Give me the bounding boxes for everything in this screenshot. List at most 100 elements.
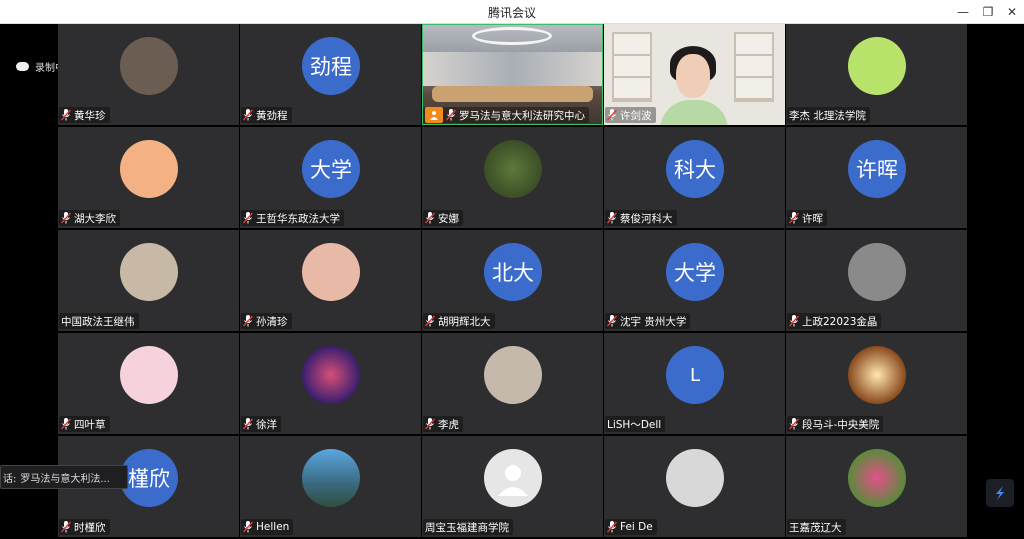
participant-tile[interactable]: 李杰 北理法学院	[786, 24, 967, 125]
mic-muted-icon	[61, 109, 71, 121]
participant-label: 段马斗-中央美院	[787, 416, 884, 432]
participant-name: 中国政法王继伟	[61, 315, 135, 328]
mic-muted-icon	[425, 212, 435, 224]
restore-button[interactable]: ❐	[977, 3, 999, 21]
toast-prefix: 话:	[3, 473, 17, 485]
participant-tile[interactable]: 湖大李欣	[58, 127, 239, 228]
participant-name: 许晖	[802, 212, 823, 225]
participant-name: 王嘉茂辽大	[789, 521, 842, 534]
participant-tile[interactable]: 周宝玉福建商学院	[422, 436, 603, 537]
avatar-image	[848, 346, 906, 404]
participant-tile[interactable]: 北大 胡明辉北大	[422, 230, 603, 331]
participant-label: 孙清珍	[241, 313, 292, 329]
participant-tile[interactable]: 大学王哲华东政法大学	[240, 127, 421, 228]
participant-tile[interactable]: 孙清珍	[240, 230, 421, 331]
avatar-initials: 大学	[302, 140, 360, 198]
participant-label: 黄华珍	[59, 107, 110, 123]
participant-label: 胡明辉北大	[423, 313, 495, 329]
participant-label: 四叶草	[59, 416, 110, 432]
participant-tile[interactable]: 科大 蔡俊河科大	[604, 127, 785, 228]
participant-label: 李杰 北理法学院	[787, 107, 870, 123]
mic-muted-icon	[61, 212, 71, 224]
avatar-image	[666, 449, 724, 507]
participant-tile[interactable]: 大学 沈宇 贵州大学	[604, 230, 785, 331]
minimize-button[interactable]: —	[952, 3, 974, 21]
participant-name: Hellen	[256, 521, 290, 533]
participant-tile[interactable]: 李虎	[422, 333, 603, 434]
cloud-icon	[16, 62, 29, 71]
participant-tile[interactable]: 劲程黄劲程	[240, 24, 421, 125]
participant-tile[interactable]: 四叶草	[58, 333, 239, 434]
avatar-image	[120, 37, 178, 95]
mic-muted-icon	[607, 521, 617, 533]
participant-name: 李虎	[438, 418, 459, 431]
avatar-image	[484, 449, 542, 507]
raise-hand-icon	[425, 107, 443, 123]
participant-tile[interactable]: Fei De	[604, 436, 785, 537]
participant-label: 中国政法王继伟	[59, 313, 139, 329]
participant-tile[interactable]: 王嘉茂辽大	[786, 436, 967, 537]
participant-tile[interactable]: 许晖 许晖	[786, 127, 967, 228]
avatar-image	[484, 346, 542, 404]
participant-label: Hellen	[241, 519, 294, 535]
avatar-image	[120, 346, 178, 404]
participant-tile[interactable]: 黄华珍	[58, 24, 239, 125]
participant-tile[interactable]: 段马斗-中央美院	[786, 333, 967, 434]
participant-name: 胡明辉北大	[438, 315, 491, 328]
slash-icon	[996, 486, 1004, 500]
participant-name: 徐洋	[256, 418, 277, 431]
participant-tile[interactable]: L LiSH～Dell	[604, 333, 785, 434]
participant-name: Fei De	[620, 521, 653, 533]
participant-tile[interactable]: 上政22023金晶	[786, 230, 967, 331]
participant-name: 罗马法与意大利法研究中心	[459, 109, 585, 122]
participant-name: 黄华珍	[74, 109, 106, 122]
avatar-image	[848, 449, 906, 507]
mic-muted-icon	[243, 212, 253, 224]
participant-name: LiSH～Dell	[607, 418, 662, 431]
mic-muted-icon	[243, 418, 253, 430]
mic-muted-icon	[789, 315, 799, 327]
avatar-image	[484, 140, 542, 198]
participant-tile[interactable]: 徐洋	[240, 333, 421, 434]
avatar-image	[120, 243, 178, 301]
avatar-image	[848, 37, 906, 95]
mic-muted-icon	[425, 418, 435, 430]
participant-tile[interactable]: 许剑波	[604, 24, 785, 125]
close-button[interactable]: ✕	[1001, 3, 1023, 21]
participant-label: 徐洋	[241, 416, 281, 432]
participant-name: 沈宇 贵州大学	[620, 315, 687, 328]
mic-muted-icon	[425, 315, 435, 327]
participant-tile[interactable]: 中国政法王继伟	[58, 230, 239, 331]
avatar-initials: 槿欣	[120, 449, 178, 507]
participant-tile[interactable]: 安娜	[422, 127, 603, 228]
participant-tile[interactable]: Hellen	[240, 436, 421, 537]
chat-toast[interactable]: 话: 罗马法与意大利法...	[0, 465, 128, 489]
participant-name: 安娜	[438, 212, 459, 225]
participant-label: 王哲华东政法大学	[241, 210, 344, 226]
participant-label: 周宝玉福建商学院	[423, 519, 513, 535]
participant-grid: 黄华珍 劲程 黄劲程 罗马法与意大利法研究中心 许剑波 李杰 北理法学院 湖大李欣 大学 王哲华…	[58, 24, 967, 537]
participant-name: 王哲华东政法大学	[256, 212, 340, 225]
mic-muted-icon	[446, 109, 456, 121]
mic-muted-icon	[243, 521, 253, 533]
avatar-initials: 许晖	[848, 140, 906, 198]
participant-label: 沈宇 贵州大学	[605, 313, 691, 329]
participant-name: 上政22023金晶	[802, 315, 878, 328]
mic-muted-icon	[789, 418, 799, 430]
participant-label: 安娜	[423, 210, 463, 226]
mic-muted-icon	[243, 109, 253, 121]
participant-label: 时槿欣	[59, 519, 110, 535]
participant-tile[interactable]: 罗马法与意大利法研究中心	[422, 24, 603, 125]
mic-muted-icon	[789, 212, 799, 224]
participant-label: 许晖	[787, 210, 827, 226]
participant-label: Fei De	[605, 519, 657, 535]
participant-name: 周宝玉福建商学院	[425, 521, 509, 534]
side-panel-button[interactable]	[986, 479, 1014, 507]
avatar-image	[120, 140, 178, 198]
avatar-initials: 劲程	[302, 37, 360, 95]
participant-label: 王嘉茂辽大	[787, 519, 846, 535]
mic-muted-icon	[607, 212, 617, 224]
avatar-image	[302, 346, 360, 404]
participant-label: LiSH～Dell	[605, 416, 666, 432]
participant-name: 黄劲程	[256, 109, 288, 122]
